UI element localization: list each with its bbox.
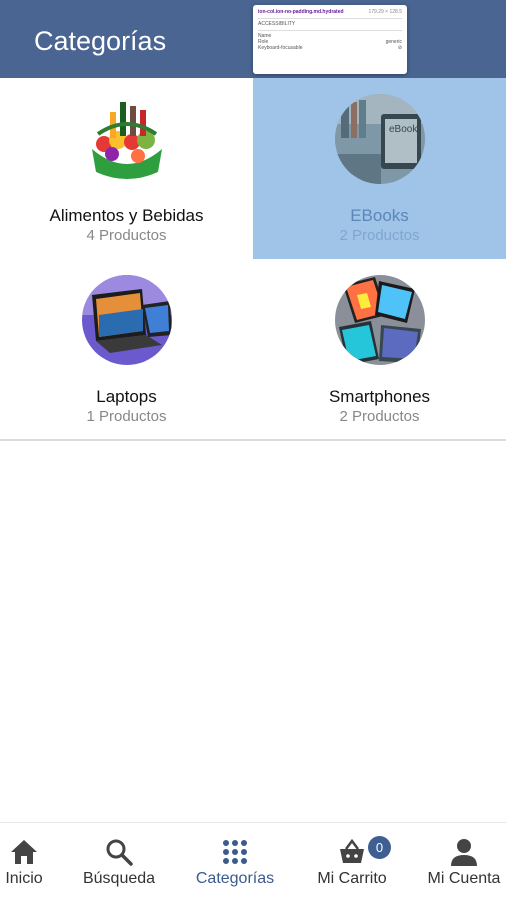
category-name: Laptops — [96, 387, 157, 406]
bottom-navigation: Inicio Búsqueda Categorías 0 Mi Carrito — [0, 822, 506, 901]
nav-mi-carrito[interactable]: 0 Mi Carrito — [308, 823, 396, 901]
category-name: EBooks — [350, 206, 409, 225]
ebook-reader-image: eBook — [335, 94, 425, 184]
categories-grid: Alimentos y Bebidas 4 Productos eBook EB… — [0, 78, 506, 441]
category-card-laptops[interactable]: Laptops 1 Productos — [0, 259, 253, 440]
nav-label: Mi Carrito — [317, 870, 387, 887]
tooltip-row: Keyboard-focusable ⊘ — [258, 45, 402, 51]
nav-label: Inicio — [5, 870, 43, 887]
grid-icon — [223, 840, 247, 864]
category-card-smartphones[interactable]: Smartphones 2 Productos — [253, 259, 506, 440]
category-card-alimentos[interactable]: Alimentos y Bebidas 4 Productos — [0, 78, 253, 259]
nav-label: Categorías — [195, 870, 275, 887]
tooltip-section: ACCESSIBILITY — [258, 21, 296, 27]
category-count: 2 Productos — [339, 227, 420, 244]
category-count: 4 Productos — [86, 227, 167, 244]
tooltip-selector: ion-col.ion-no-padding.md.hydrated — [258, 9, 344, 15]
smartphones-image — [335, 275, 425, 365]
tooltip-size: 179.29 × 128.5 — [368, 9, 402, 15]
grid-divider — [0, 439, 506, 441]
cart-count-badge: 0 — [368, 836, 391, 859]
svg-text:eBook: eBook — [389, 124, 418, 135]
category-count: 2 Productos — [339, 408, 420, 425]
laptop-image — [82, 275, 172, 365]
nav-label: Búsqueda — [82, 870, 156, 887]
inspector-tooltip: ion-col.ion-no-padding.md.hydrated 179.2… — [253, 5, 407, 74]
category-name: Smartphones — [328, 387, 431, 406]
nav-categorias[interactable]: Categorías — [188, 823, 282, 901]
search-icon — [106, 839, 133, 866]
page-title: Categorías — [34, 26, 167, 56]
nav-inicio[interactable]: Inicio — [0, 823, 48, 901]
nav-label: Mi Cuenta — [427, 870, 501, 887]
nav-busqueda[interactable]: Búsqueda — [76, 823, 162, 901]
category-name: Alimentos y Bebidas — [49, 206, 204, 225]
person-icon — [451, 839, 477, 866]
cart-icon — [340, 838, 364, 863]
nav-mi-cuenta[interactable]: Mi Cuenta — [422, 823, 506, 901]
groceries-basket-image — [82, 94, 172, 184]
home-icon — [11, 840, 37, 864]
category-card-ebooks[interactable]: eBook EBooks 2 Productos — [253, 78, 506, 259]
category-count: 1 Productos — [86, 408, 167, 425]
